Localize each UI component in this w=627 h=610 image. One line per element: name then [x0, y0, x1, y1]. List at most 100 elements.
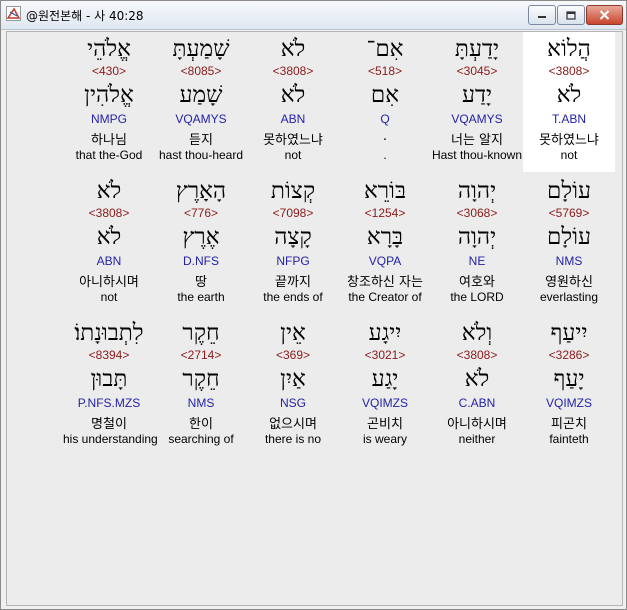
korean-gloss: 한이 — [189, 417, 213, 432]
english-gloss: is weary — [362, 432, 407, 446]
parsing-code: VQAMYS — [175, 112, 227, 126]
strong-number: <8394> — [88, 348, 130, 362]
title-bar[interactable]: @원전본해 - 사 40:28 — [1, 1, 626, 30]
hebrew-lemma: בָּרָא — [366, 224, 404, 250]
word-cell[interactable]: הֲלוֹא <3808> לֹא T.ABN 못하였느냐 not — [523, 32, 615, 172]
hebrew-lemma: קָצָה — [274, 224, 312, 250]
english-gloss: hast thou-heard — [158, 148, 244, 162]
hebrew-lemma: לֹא — [280, 82, 306, 108]
strong-number: <518> — [367, 64, 403, 78]
minimize-button[interactable] — [528, 5, 556, 25]
window-title: @원전본해 - 사 40:28 — [26, 9, 144, 23]
word-cell[interactable]: יִיעַף <3286> יָעַף VQIMZS 피곤치 fainteth — [523, 316, 615, 456]
strong-number: <3021> — [364, 348, 406, 362]
word-cell[interactable]: אֱלֹהֵי <430> אֱלֹהִין NMPG 하나님 that the-God — [63, 32, 155, 172]
korean-gloss: 끝까지 — [275, 275, 311, 290]
parsing-code: NE — [468, 254, 486, 268]
word-cell[interactable]: קְצוֹת <7098> קָצָה NFPG 끝까지 the ends of — [247, 174, 339, 314]
hebrew-lemma: אַיִן — [280, 366, 306, 392]
parsing-code: NFPG — [276, 254, 310, 268]
maximize-button[interactable] — [557, 5, 585, 25]
korean-gloss: 아니하시며 — [79, 275, 139, 290]
parsing-code: NMPG — [91, 112, 127, 126]
korean-gloss: 명철이 — [91, 417, 127, 432]
korean-gloss: 듣지 — [189, 133, 213, 148]
word-cell[interactable]: חֵקֶר <2714> חֵקֶר NMS 한이 searching of — [155, 316, 247, 456]
korean-gloss: 너는 알지 — [451, 133, 503, 148]
word-cell[interactable]: עוֹלָם <5769> עוֹלָם NMS 영원하신 everlasting — [523, 174, 615, 314]
word-cell[interactable]: שָׁמַעְתָּ <8085> שָׁמַע VQAMYS 듣지 hast thou-… — [155, 32, 247, 172]
close-button[interactable] — [586, 5, 623, 25]
hebrew-word: לִתְבוּנָתוֹ׃ — [74, 320, 144, 346]
english-gloss: fainteth — [549, 432, 589, 446]
strong-number: <3808> — [456, 348, 498, 362]
english-gloss: searching of — [168, 432, 234, 446]
word-cell[interactable]: יִיגָע <3021> יָגַע VQIMZS 곤비치 is weary — [339, 316, 431, 456]
word-cell[interactable]: יְהוָה <3068> יְהוָה NE 여호와 the LORD — [431, 174, 523, 314]
english-gloss: there is no — [264, 432, 322, 446]
word-cell[interactable]: לֹא <3808> לֹא ABN 아니하시며 not — [63, 174, 155, 314]
word-cell[interactable]: יָדַעְתָּ <3045> יָדַע VQAMYS 너는 알지 Hast thou… — [431, 32, 523, 172]
strong-number: <7098> — [272, 206, 314, 220]
word-cell[interactable]: בּוֹרֵא <1254> בָּרָא VQPA 창조하신 자는 the Creato… — [339, 174, 431, 314]
strong-number: <3808> — [88, 206, 130, 220]
english-gloss: the LORD — [450, 290, 504, 304]
hebrew-word: עוֹלָם — [546, 178, 591, 204]
hebrew-word: יְהוָה — [457, 178, 497, 204]
hebrew-word: שָׁמַעְתָּ — [172, 36, 230, 62]
korean-gloss: 아니하시며 — [447, 417, 507, 432]
english-gloss: not — [560, 148, 578, 162]
hebrew-word: אֱלֹהֵי — [87, 36, 131, 62]
hebrew-lemma: שָׁמַע — [179, 82, 223, 108]
hebrew-word: אִם־ — [366, 36, 404, 62]
korean-gloss: 여호와 — [459, 275, 495, 290]
english-gloss: not — [284, 148, 302, 162]
hebrew-lemma: יָגַע — [371, 366, 399, 392]
word-cell[interactable]: לֹא <3808> לֹא ABN 못하였느냐 not — [247, 32, 339, 172]
strong-number: <3808> — [548, 64, 590, 78]
korean-gloss: . — [382, 129, 388, 144]
hebrew-word: וְלֹא — [461, 320, 493, 346]
english-gloss: not — [100, 290, 118, 304]
korean-gloss: 못하였느냐 — [263, 133, 323, 148]
hebrew-word: יִיעַף — [550, 320, 588, 346]
strong-number: <3286> — [548, 348, 590, 362]
app-window: @원전본해 - 사 40:28 הֲלוֹא <3808> לֹא T.ABN 못하였느… — [0, 0, 627, 610]
korean-gloss: 땅 — [195, 275, 207, 290]
korean-gloss: 없으시며 — [269, 417, 317, 432]
close-icon — [599, 10, 610, 20]
strong-number: <2714> — [180, 348, 222, 362]
word-cell[interactable]: וְלֹא <3808> לֹא C.ABN 아니하시며 neither — [431, 316, 523, 456]
korean-gloss: 창조하신 자는 — [347, 275, 423, 290]
hebrew-word: לֹא — [280, 36, 306, 62]
english-gloss: the Creator of — [348, 290, 422, 304]
hebrew-word: בּוֹרֵא — [363, 178, 407, 204]
korean-gloss: 피곤치 — [551, 417, 587, 432]
hebrew-word: אֵין — [280, 320, 306, 346]
strong-number: <3045> — [456, 64, 498, 78]
hebrew-word: קְצוֹת — [270, 178, 316, 204]
english-gloss: the ends of — [263, 290, 323, 304]
parsing-code: VQIMZS — [545, 396, 592, 410]
word-cell[interactable]: אֵין <369> אַיִן NSG 없으시며 there is no — [247, 316, 339, 456]
parsing-code: NSG — [279, 396, 306, 410]
maximize-icon — [566, 10, 576, 20]
hebrew-word: לֹא — [96, 178, 122, 204]
parsing-code: VQIMZS — [361, 396, 408, 410]
hebrew-lemma: לֹא — [556, 82, 582, 108]
word-cell[interactable]: לִתְבוּנָתוֹ׃ <8394> תָּבוּן P.NFS.MZS 명철이 hi… — [63, 316, 158, 456]
minimize-icon — [538, 16, 546, 18]
strong-number: <5769> — [548, 206, 590, 220]
parsing-code: NMS — [187, 396, 215, 410]
word-cell[interactable]: הָאָרֶץ <776> אֶרֶץ D.NFS 땅 the earth — [155, 174, 247, 314]
word-cell[interactable]: אִם־ <518> אִם Q.. — [339, 32, 431, 172]
interlinear-view: הֲלוֹא <3808> לֹא T.ABN 못하였느냐 not יָדַעְתָּ <30… — [6, 31, 623, 606]
parsing-code: VQAMYS — [451, 112, 503, 126]
hebrew-lemma: תָּבוּן — [90, 366, 128, 392]
strong-number: <3068> — [456, 206, 498, 220]
english-gloss: Hast thou-known — [431, 148, 523, 162]
parsing-code: D.NFS — [183, 254, 219, 268]
hebrew-lemma: עוֹלָם — [546, 224, 591, 250]
english-gloss: neither — [458, 432, 496, 446]
parsing-code: NMS — [555, 254, 583, 268]
